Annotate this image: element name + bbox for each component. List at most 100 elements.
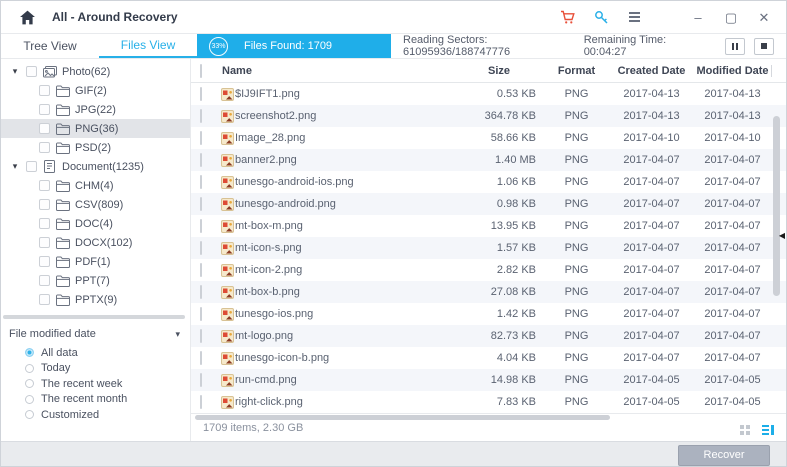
- filter-radio-option[interactable]: Today: [1, 361, 190, 377]
- tree-item-checkbox[interactable]: [39, 256, 50, 267]
- tree-item-checkbox[interactable]: [39, 104, 50, 115]
- tab-files-view[interactable]: Files View: [99, 34, 197, 58]
- table-row[interactable]: mt-icon-2.png 2.82 KB PNG 2017-04-07 201…: [191, 259, 786, 281]
- tree-item-csv[interactable]: CSV(809): [1, 195, 190, 214]
- key-icon[interactable]: [593, 9, 609, 25]
- radio-icon[interactable]: [25, 394, 34, 404]
- file-size: 364.78 KB: [484, 110, 536, 122]
- list-view-icon[interactable]: [762, 424, 774, 435]
- tree-item-checkbox[interactable]: [39, 180, 50, 191]
- table-row[interactable]: run-cmd.png 14.98 KB PNG 2017-04-05 2017…: [191, 369, 786, 391]
- row-checkbox[interactable]: [200, 351, 202, 365]
- row-checkbox[interactable]: [200, 263, 202, 277]
- row-checkbox[interactable]: [200, 219, 202, 233]
- table-row[interactable]: tunesgo-android.png 0.98 KB PNG 2017-04-…: [191, 193, 786, 215]
- tree-item-pdf[interactable]: PDF(1): [1, 252, 190, 271]
- radio-icon[interactable]: [25, 410, 34, 420]
- panel-collapse-arrow-icon[interactable]: ◀: [779, 231, 785, 240]
- table-row[interactable]: mt-box-m.png 13.95 KB PNG 2017-04-07 201…: [191, 215, 786, 237]
- table-hscrollbar[interactable]: [195, 415, 610, 420]
- radio-icon[interactable]: [25, 363, 34, 373]
- table-row[interactable]: tunesgo-android-ios.png 1.06 KB PNG 2017…: [191, 171, 786, 193]
- table-row[interactable]: tunesgo-icon-b.png 4.04 KB PNG 2017-04-0…: [191, 347, 786, 369]
- column-header-modified[interactable]: Modified Date: [694, 65, 771, 77]
- tree-item-psd[interactable]: PSD(2): [1, 138, 190, 157]
- row-checkbox[interactable]: [200, 109, 202, 123]
- tree-item-photo[interactable]: ▾ Photo(62): [1, 62, 190, 81]
- cart-icon[interactable]: [560, 9, 576, 25]
- select-all-checkbox[interactable]: [200, 63, 202, 78]
- expand-arrow-icon[interactable]: ▾: [9, 161, 21, 172]
- recover-button[interactable]: Recover: [678, 444, 770, 466]
- tree-item-docx[interactable]: DOCX(102): [1, 233, 190, 252]
- pause-button[interactable]: [725, 37, 745, 55]
- row-checkbox[interactable]: [200, 285, 202, 299]
- sidebar-hscrollbar[interactable]: [3, 315, 188, 320]
- tab-tree-view[interactable]: Tree View: [1, 34, 99, 58]
- row-checkbox[interactable]: [200, 153, 202, 167]
- menu-icon[interactable]: [626, 9, 642, 25]
- close-icon[interactable]: ✕: [756, 11, 772, 24]
- tree-item-gif[interactable]: GIF(2): [1, 81, 190, 100]
- tree-item-checkbox[interactable]: [39, 275, 50, 286]
- tree-item-checkbox[interactable]: [39, 142, 50, 153]
- png-file-icon: [219, 197, 235, 211]
- tree-item-checkbox[interactable]: [39, 123, 50, 134]
- expand-arrow-icon[interactable]: ▾: [9, 66, 21, 77]
- tree-item-checkbox[interactable]: [26, 161, 37, 172]
- table-row[interactable]: screenshot2.png 364.78 KB PNG 2017-04-13…: [191, 105, 786, 127]
- chevron-down-icon[interactable]: ▾: [175, 329, 180, 340]
- row-checkbox[interactable]: [200, 329, 202, 343]
- row-checkbox[interactable]: [200, 87, 202, 101]
- tree-item-checkbox[interactable]: [39, 237, 50, 248]
- tree-item-checkbox[interactable]: [39, 85, 50, 96]
- row-checkbox[interactable]: [200, 241, 202, 255]
- column-header-name[interactable]: Name: [219, 65, 454, 77]
- row-checkbox[interactable]: [200, 197, 202, 211]
- table-row[interactable]: tunesgo-ios.png 1.42 KB PNG 2017-04-07 2…: [191, 303, 786, 325]
- filter-radio-option[interactable]: The recent week: [1, 376, 190, 392]
- row-checkbox[interactable]: [200, 395, 202, 409]
- home-icon[interactable]: [19, 10, 36, 25]
- table-row[interactable]: mt-box-b.png 27.08 KB PNG 2017-04-07 201…: [191, 281, 786, 303]
- filter-radio-option[interactable]: All data: [1, 345, 190, 361]
- tree-item-pptx[interactable]: PPTX(9): [1, 290, 190, 309]
- tree-node-icon: [42, 65, 57, 78]
- radio-icon[interactable]: [25, 379, 34, 389]
- grid-view-icon[interactable]: [740, 424, 750, 435]
- tree-node-icon: [55, 293, 70, 306]
- row-checkbox[interactable]: [200, 131, 202, 145]
- minimize-icon[interactable]: –: [690, 11, 706, 24]
- png-file-icon: [219, 241, 235, 255]
- maximize-icon[interactable]: ▢: [723, 11, 739, 24]
- table-row[interactable]: mt-icon-s.png 1.57 KB PNG 2017-04-07 201…: [191, 237, 786, 259]
- column-header-format[interactable]: Format: [544, 65, 609, 77]
- tree-item-document[interactable]: ▾ Document(1235): [1, 157, 190, 176]
- filter-radio-option[interactable]: The recent month: [1, 392, 190, 408]
- table-row[interactable]: mt-logo.png 82.73 KB PNG 2017-04-07 2017…: [191, 325, 786, 347]
- tree-item-checkbox[interactable]: [39, 294, 50, 305]
- table-row[interactable]: $IJ9IFT1.png 0.53 KB PNG 2017-04-13 2017…: [191, 83, 786, 105]
- column-header-size[interactable]: Size: [454, 65, 544, 77]
- table-vscrollbar[interactable]: [773, 116, 780, 296]
- table-row[interactable]: right-click.png 7.83 KB PNG 2017-04-05 2…: [191, 391, 786, 413]
- tree-item-jpg[interactable]: JPG(22): [1, 100, 190, 119]
- stop-button[interactable]: [754, 37, 774, 55]
- radio-icon[interactable]: [25, 348, 34, 358]
- file-size: 27.08 KB: [490, 286, 536, 298]
- tree-item-checkbox[interactable]: [39, 199, 50, 210]
- filter-radio-option[interactable]: Customized: [1, 407, 190, 423]
- row-checkbox[interactable]: [200, 373, 202, 387]
- tree-item-checkbox[interactable]: [39, 218, 50, 229]
- row-checkbox[interactable]: [200, 307, 202, 321]
- table-row[interactable]: Image_28.png 58.66 KB PNG 2017-04-10 201…: [191, 127, 786, 149]
- tree-item-chm[interactable]: CHM(4): [1, 176, 190, 195]
- tree-item-png[interactable]: PNG(36): [1, 119, 190, 138]
- tree-item-ppt[interactable]: PPT(7): [1, 271, 190, 290]
- table-row[interactable]: banner2.png 1.40 MB PNG 2017-04-07 2017-…: [191, 149, 786, 171]
- tree-item-doc[interactable]: DOC(4): [1, 214, 190, 233]
- column-header-created[interactable]: Created Date: [609, 65, 694, 77]
- tree-item-checkbox[interactable]: [26, 66, 37, 77]
- row-checkbox[interactable]: [200, 175, 202, 189]
- file-created-date: 2017-04-07: [623, 286, 680, 298]
